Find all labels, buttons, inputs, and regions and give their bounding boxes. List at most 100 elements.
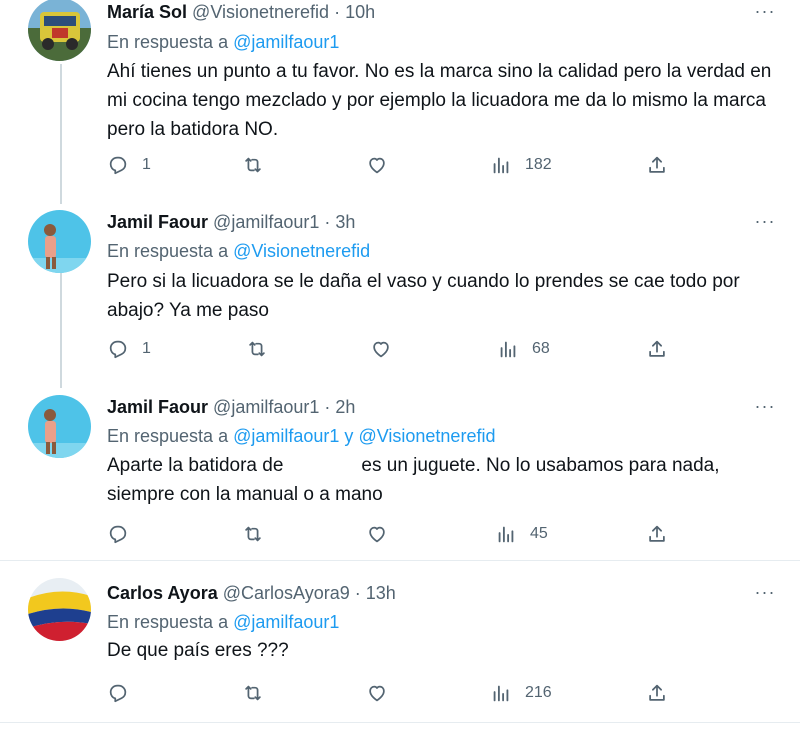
retweet-icon	[245, 157, 261, 173]
mention-link[interactable]: @jamilfaour1	[233, 426, 339, 446]
reply-prefix: En respuesta a	[107, 426, 229, 446]
retweet-button[interactable]	[242, 152, 277, 178]
reply-prefix: En respuesta a	[107, 241, 229, 261]
tweet-header: Carlos Ayora @CarlosAyora9 · 13h	[107, 582, 396, 604]
tweet-text: Aparte la batidora de es un juguete. No l…	[107, 451, 787, 509]
views-count: 216	[525, 684, 552, 701]
tweet-header: María Sol @Visionetnerefid · 10h	[107, 1, 375, 23]
action-bar: 216	[107, 680, 787, 706]
timestamp[interactable]: 13h	[366, 583, 396, 603]
reply-context: En respuesta a @Visionetnerefid	[107, 240, 370, 262]
action-bar: 1 182	[107, 152, 787, 178]
reply-conjunction: y	[344, 426, 354, 446]
tweet-text: Pero si la licuadora se le daña el vaso …	[107, 271, 740, 321]
share-icon	[649, 684, 665, 701]
more-icon[interactable]: ···	[752, 397, 778, 419]
views-count: 182	[525, 156, 552, 173]
user-handle[interactable]: @jamilfaour1	[213, 212, 319, 232]
action-bar: 45	[107, 521, 787, 547]
timestamp[interactable]: 10h	[345, 2, 375, 22]
mention-link[interactable]: @Visionetnerefid	[358, 426, 495, 446]
retweet-icon	[245, 685, 261, 701]
mention-link[interactable]: @jamilfaour1	[233, 32, 339, 52]
share-button[interactable]	[646, 336, 668, 362]
retweet-button[interactable]	[246, 336, 281, 362]
mention-link[interactable]: @Visionetnerefid	[233, 241, 370, 261]
retweet-icon	[249, 341, 265, 357]
retweet-icon	[245, 526, 261, 542]
like-button[interactable]	[366, 680, 401, 706]
share-icon	[649, 340, 665, 357]
like-button[interactable]	[366, 521, 401, 547]
views-icon	[498, 526, 514, 543]
views-icon	[500, 341, 516, 358]
avatar-image	[28, 0, 91, 61]
tweet-text: De que país eres ???	[107, 640, 289, 661]
like-button[interactable]	[370, 336, 405, 362]
avatar[interactable]	[28, 395, 91, 458]
more-icon[interactable]: ···	[752, 2, 778, 24]
reply-context: En respuesta a @jamilfaour1 y @Visionetn…	[107, 425, 495, 447]
share-icon	[649, 525, 665, 542]
separator-dot: ·	[354, 583, 361, 603]
views-count: 45	[530, 525, 548, 542]
display-name[interactable]: María Sol	[107, 2, 187, 22]
tweet-text: Ahí tienes un punto a tu favor. No es la…	[107, 61, 772, 140]
tweet-2[interactable]: Jamil Faour @jamilfaour1 · 3h ··· En res…	[0, 200, 800, 385]
share-button[interactable]	[646, 521, 668, 547]
like-icon	[369, 157, 385, 174]
mention-link[interactable]: @jamilfaour1	[233, 612, 339, 632]
reply-count: 1	[142, 340, 151, 357]
share-icon	[649, 156, 665, 173]
reply-icon	[109, 525, 127, 544]
avatar-image	[28, 210, 91, 273]
user-handle[interactable]: @CarlosAyora9	[223, 583, 350, 603]
separator-dot: ·	[324, 397, 331, 417]
reply-button[interactable]: 1	[107, 152, 151, 178]
like-icon	[369, 526, 385, 543]
reply-icon	[109, 684, 127, 703]
reply-icon	[109, 340, 127, 359]
timestamp[interactable]: 3h	[335, 212, 355, 232]
tweet-header: Jamil Faour @jamilfaour1 · 2h	[107, 396, 355, 418]
like-icon	[369, 685, 385, 702]
tweet-3[interactable]: Jamil Faour @jamilfaour1 · 2h ··· En res…	[0, 385, 800, 560]
separator-dot: ·	[324, 212, 331, 232]
views-button[interactable]: 68	[497, 336, 550, 362]
more-icon[interactable]: ···	[752, 212, 778, 234]
views-button[interactable]: 182	[490, 152, 552, 178]
retweet-button[interactable]	[242, 680, 277, 706]
share-button[interactable]	[646, 680, 668, 706]
more-icon[interactable]: ···	[752, 583, 778, 605]
retweet-button[interactable]	[242, 521, 277, 547]
tweet-text-part: Aparte la batidora de	[107, 455, 284, 476]
reply-button[interactable]	[107, 521, 142, 547]
user-handle[interactable]: @jamilfaour1	[213, 397, 319, 417]
avatar[interactable]	[28, 578, 91, 641]
reply-icon	[109, 156, 127, 175]
like-icon	[373, 341, 389, 358]
avatar-image	[28, 578, 91, 641]
display-name[interactable]: Jamil Faour	[107, 397, 208, 417]
views-button[interactable]: 45	[495, 521, 548, 547]
like-button[interactable]	[366, 152, 401, 178]
display-name[interactable]: Carlos Ayora	[107, 583, 218, 603]
reply-context: En respuesta a @jamilfaour1	[107, 611, 339, 633]
timestamp[interactable]: 2h	[335, 397, 355, 417]
reply-context: En respuesta a @jamilfaour1	[107, 31, 339, 53]
share-button[interactable]	[646, 152, 668, 178]
avatar[interactable]	[28, 210, 91, 273]
reply-prefix: En respuesta a	[107, 612, 229, 632]
tweet-1[interactable]: María Sol @Visionetnerefid · 10h ··· En …	[0, 0, 800, 200]
avatar[interactable]	[28, 0, 91, 61]
user-handle[interactable]: @Visionetnerefid	[192, 2, 329, 22]
views-button[interactable]: 216	[490, 680, 552, 706]
reply-prefix: En respuesta a	[107, 32, 229, 52]
views-icon	[493, 685, 509, 702]
reply-button[interactable]	[107, 680, 142, 706]
display-name[interactable]: Jamil Faour	[107, 212, 208, 232]
reply-button[interactable]: 1	[107, 336, 151, 362]
action-bar: 1 68	[107, 336, 787, 362]
tweet-4[interactable]: Carlos Ayora @CarlosAyora9 · 13h ··· En …	[0, 561, 800, 723]
views-count: 68	[532, 340, 550, 357]
